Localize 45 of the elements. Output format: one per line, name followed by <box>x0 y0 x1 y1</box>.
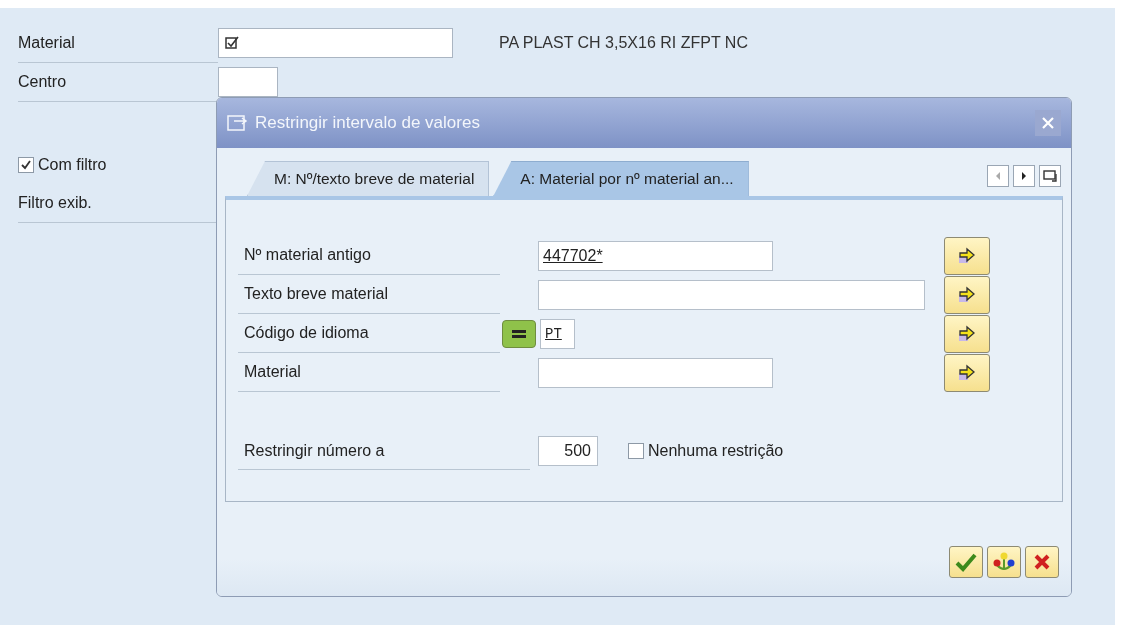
tab[interactable]: M: Nº/texto breve de material <box>247 161 490 196</box>
multiple-selection-button[interactable] <box>944 236 990 275</box>
check-icon <box>955 552 977 572</box>
cancel-icon <box>1033 553 1051 571</box>
multiple-selection-button[interactable] <box>987 546 1021 578</box>
field-label: Restringir número a <box>238 432 530 470</box>
list-icon <box>1043 170 1057 182</box>
material-description: PA PLAST CH 3,5X16 RI ZFPT NC <box>499 34 748 52</box>
required-entry-icon <box>225 36 239 50</box>
tab-list-button[interactable] <box>1039 165 1061 187</box>
checkmark-icon <box>20 159 32 171</box>
dialog-title: Restringir intervalo de valores <box>255 113 481 133</box>
input-field[interactable]: 500 <box>538 436 598 466</box>
input-field[interactable] <box>218 28 453 58</box>
multiple-selection-button[interactable] <box>944 353 990 392</box>
field-value: 447702* <box>543 246 603 265</box>
input-field[interactable]: 447702* <box>538 240 773 271</box>
left-triangle-icon <box>994 171 1002 181</box>
input-field[interactable] <box>218 67 278 97</box>
checkbox[interactable] <box>628 443 644 459</box>
selection-option-button[interactable] <box>502 319 536 348</box>
field-label: Filtro exib. <box>18 194 92 212</box>
field-value: PT <box>545 325 562 342</box>
cancel-button[interactable] <box>1025 546 1059 578</box>
input-field[interactable] <box>538 357 773 388</box>
confirm-button[interactable] <box>949 546 983 578</box>
field-label: Código de idioma <box>238 314 500 353</box>
input-field[interactable]: PT <box>540 318 575 349</box>
field-label: Material <box>18 34 76 52</box>
window-icon <box>227 114 249 132</box>
checkbox-label: Nenhuma restrição <box>648 442 784 460</box>
input-field[interactable] <box>538 279 925 310</box>
field-label: Material <box>238 353 500 392</box>
checkbox[interactable] <box>18 157 34 173</box>
multiple-selection-button[interactable] <box>944 275 990 314</box>
close-icon <box>1041 116 1055 130</box>
equals-icon <box>512 328 526 339</box>
right-triangle-icon <box>1020 171 1028 181</box>
field-label: Texto breve material <box>238 275 500 314</box>
scroll-right-button[interactable] <box>1013 165 1035 187</box>
multiple-selection-button[interactable] <box>944 314 990 353</box>
field-label: Nº material antigo <box>238 236 500 275</box>
tab[interactable]: A: Material por nº material an... <box>493 161 749 196</box>
field-label: Centro <box>18 73 68 91</box>
checkbox-label: Com filtro <box>38 156 107 174</box>
